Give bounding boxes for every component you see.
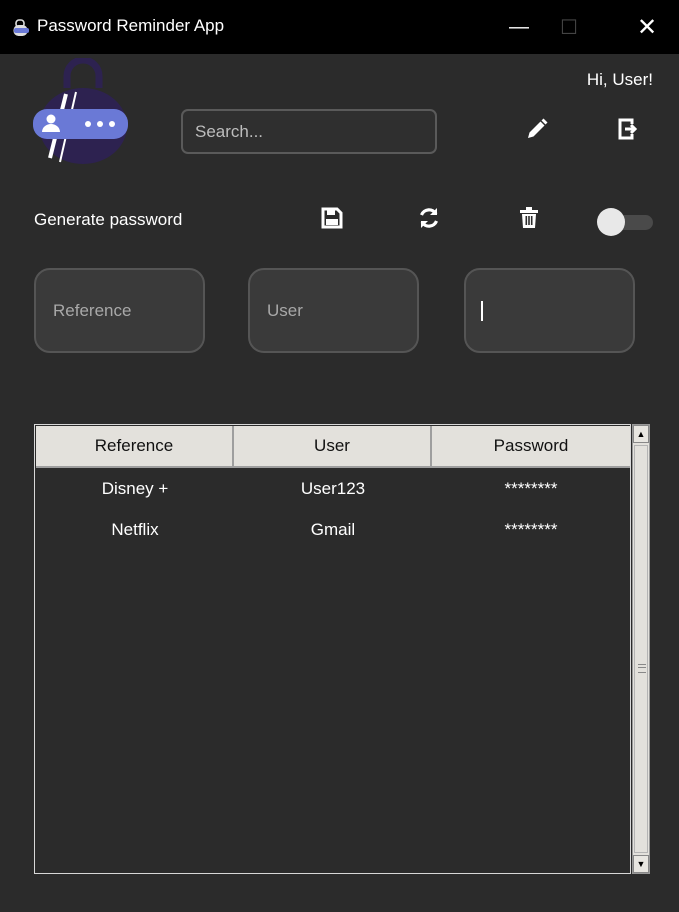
scroll-down-arrow[interactable]: ▼ (633, 855, 649, 873)
table-header: Reference User Password (36, 426, 630, 468)
app-icon (13, 19, 29, 36)
generate-password-toggle[interactable] (597, 208, 655, 236)
save-button[interactable] (318, 204, 346, 232)
generate-password-label[interactable]: Generate password (34, 210, 182, 230)
edit-button[interactable] (522, 114, 552, 144)
floppy-disk-icon (321, 207, 343, 229)
trash-icon (520, 207, 538, 228)
password-input[interactable] (464, 268, 635, 353)
text-cursor (481, 301, 483, 321)
column-header-reference[interactable]: Reference (36, 426, 234, 468)
maximize-button[interactable]: ☐ (546, 4, 592, 50)
user-input[interactable] (248, 268, 419, 353)
table-row[interactable]: Netflix Gmail ******** (36, 512, 630, 553)
table-body: Disney + User123 ******** Netflix Gmail … (36, 471, 630, 553)
refresh-icon (420, 208, 438, 228)
reference-input[interactable] (34, 268, 205, 353)
cell-password: ******** (504, 479, 558, 498)
close-button[interactable]: ✕ (624, 4, 670, 50)
cell-reference: Disney + (101, 479, 169, 498)
pencil-icon (528, 118, 548, 138)
scroll-up-arrow[interactable]: ▲ (633, 425, 649, 443)
vertical-scrollbar[interactable]: ▲ ▼ (632, 424, 650, 874)
table-row[interactable]: Disney + User123 ******** (36, 471, 630, 512)
cell-user: User123 (300, 479, 366, 498)
logout-icon (618, 118, 638, 140)
password-table: Reference User Password Disney + User123… (34, 424, 631, 874)
logout-button[interactable] (612, 114, 642, 144)
cell-password: ******** (504, 520, 558, 539)
column-header-password[interactable]: Password (432, 426, 630, 468)
minimize-button[interactable]: — (496, 4, 542, 50)
title-bar: Password Reminder App — ☐ ✕ (0, 0, 679, 54)
user-greeting: Hi, User! (586, 70, 653, 89)
scrollbar-grip-icon (638, 664, 646, 673)
app-logo (33, 58, 128, 164)
column-header-user[interactable]: User (234, 426, 432, 468)
scrollbar-thumb[interactable] (634, 445, 648, 853)
cell-reference: Netflix (111, 520, 159, 539)
toggle-knob (597, 208, 625, 236)
window-title: Password Reminder App (37, 16, 225, 35)
delete-button[interactable] (515, 204, 543, 232)
refresh-button[interactable] (415, 204, 443, 232)
cell-user: Gmail (310, 520, 356, 539)
search-input[interactable] (181, 109, 437, 154)
